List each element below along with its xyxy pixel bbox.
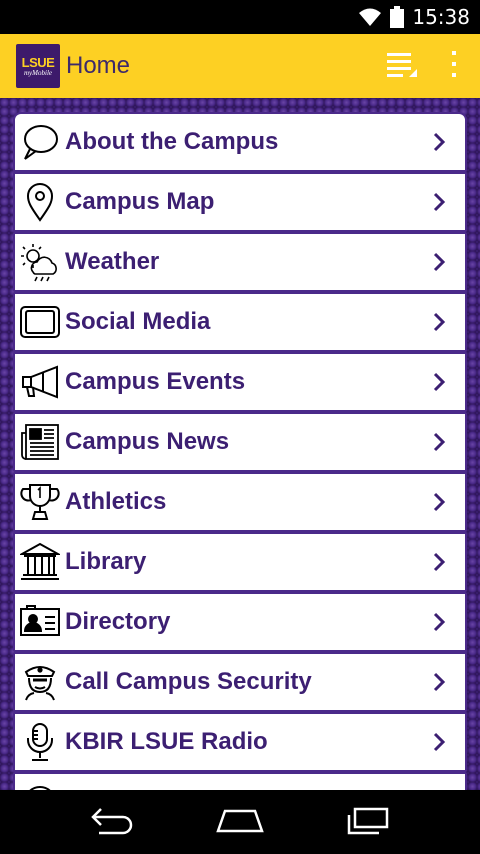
- menu-item-social-media[interactable]: Social Media: [13, 292, 467, 352]
- battery-icon: [390, 6, 405, 28]
- recents-icon: [343, 805, 391, 840]
- navigation-bar: [0, 790, 480, 854]
- menu-item-label: Campus Map: [65, 188, 215, 215]
- police-icon: [15, 654, 65, 710]
- menu-item-label: Athletics: [65, 488, 167, 515]
- back-icon: [89, 805, 137, 840]
- menu-item-athletics[interactable]: Athletics: [13, 472, 467, 532]
- chevron-right-icon: [413, 174, 465, 230]
- menu-item-about-campus[interactable]: About the Campus: [13, 112, 467, 172]
- chevron-right-icon: [413, 534, 465, 590]
- menu-item-campus-events[interactable]: Campus Events: [13, 352, 467, 412]
- wifi-icon: [358, 7, 382, 27]
- tablet-icon: [15, 294, 65, 350]
- hamburger-menu-button[interactable]: [376, 34, 428, 98]
- chevron-right-icon: [413, 294, 465, 350]
- home-icon: [215, 805, 265, 840]
- main-content[interactable]: About the Campus Campus Map Weather Soci…: [0, 98, 480, 790]
- recents-button[interactable]: [327, 790, 407, 854]
- menu-item-directory[interactable]: Directory: [13, 592, 467, 652]
- back-button[interactable]: [73, 790, 153, 854]
- menu-item-label: Library: [65, 548, 147, 575]
- menu-item-call-security[interactable]: Call Campus Security: [13, 652, 467, 712]
- map-pin-icon: [15, 174, 65, 230]
- menu-item-radio[interactable]: KBIR LSUE Radio: [13, 712, 467, 772]
- menu-item-label: Campus Events: [65, 368, 246, 395]
- menu-list: About the Campus Campus Map Weather Soci…: [13, 112, 467, 790]
- microphone-icon: [15, 714, 65, 770]
- menu-item-label: Social Media: [65, 308, 211, 335]
- weather-icon: [15, 234, 65, 290]
- menu-item-label: About the Campus: [65, 128, 279, 155]
- status-time: 15:38: [412, 5, 470, 29]
- menu-item-weather[interactable]: Weather: [13, 232, 467, 292]
- hamburger-menu-icon: [385, 47, 419, 86]
- chevron-right-icon: [413, 414, 465, 470]
- status-bar: 15:38: [0, 0, 480, 34]
- overflow-menu-button[interactable]: [428, 34, 480, 98]
- menu-item-label: Directory: [65, 608, 171, 635]
- speech-bubble-icon: [15, 114, 65, 170]
- chevron-right-icon: [413, 714, 465, 770]
- id-card-icon: [15, 594, 65, 650]
- page-title: Home: [66, 52, 131, 79]
- chevron-right-icon: [413, 354, 465, 410]
- chevron-right-icon: [413, 654, 465, 710]
- home-button[interactable]: [200, 790, 280, 854]
- menu-item-campus-news[interactable]: Campus News: [13, 412, 467, 472]
- chevron-right-icon: [413, 594, 465, 650]
- action-bar: LSUE myMobile Home: [0, 34, 480, 98]
- menu-item-label: Call Campus Security: [65, 668, 312, 695]
- newspaper-icon: [15, 414, 65, 470]
- logo-subtext: myMobile: [24, 68, 52, 77]
- library-icon: [15, 534, 65, 590]
- menu-item-label: KBIR LSUE Radio: [65, 728, 268, 755]
- trophy-icon: [15, 474, 65, 530]
- menu-item-label: Campus News: [65, 428, 230, 455]
- megaphone-icon: [15, 354, 65, 410]
- chevron-right-icon: [413, 114, 465, 170]
- menu-item-label: Weather: [65, 248, 160, 275]
- menu-item-campus-map[interactable]: Campus Map: [13, 172, 467, 232]
- chevron-right-icon: [413, 474, 465, 530]
- partial-item-icon: [15, 774, 65, 790]
- menu-item-partial[interactable]: [13, 772, 467, 790]
- chevron-right-icon: [413, 234, 465, 290]
- app-logo[interactable]: LSUE myMobile: [16, 44, 60, 88]
- menu-item-library[interactable]: Library: [13, 532, 467, 592]
- overflow-menu-icon: [449, 49, 459, 84]
- logo-text: LSUE: [21, 54, 55, 70]
